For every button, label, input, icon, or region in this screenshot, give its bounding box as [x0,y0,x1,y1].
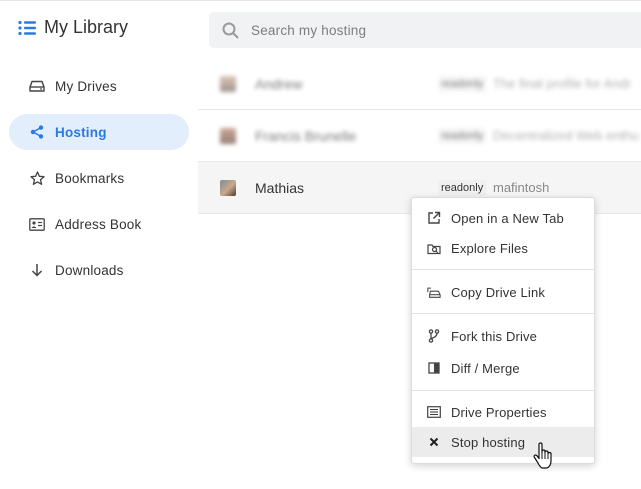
sidebar-item-my-drives[interactable]: My Drives [9,68,189,104]
readonly-badge: readonly [438,75,487,92]
menu-item-label: Drive Properties [451,404,547,420]
drive-description: mafintosh [493,180,550,195]
menu-item-drive-properties[interactable]: Drive Properties [412,397,594,427]
sidebar-item-label: Address Book [55,216,142,232]
menu-item-label: Explore Files [451,240,529,256]
drive-name: Francis Brunelle [255,127,357,144]
menu-item-diff-merge[interactable]: Diff / Merge [412,353,594,383]
drive-description: The final profile for Andr [493,76,632,91]
sidebar-item-label: Hosting [55,124,107,140]
sidebar-item-bookmarks[interactable]: Bookmarks [9,160,189,196]
menu-divider [412,390,594,391]
sidebar-item-label: Downloads [55,262,124,278]
sidebar-item-downloads[interactable]: Downloads [9,252,189,288]
table-row[interactable]: Andrew readonly The final profile for An… [198,58,641,110]
x-icon [427,435,441,449]
search-input[interactable] [251,22,611,38]
avatar [220,179,236,196]
star-icon [29,170,45,186]
menu-item-label: Fork this Drive [451,328,538,344]
menu-divider [412,313,594,314]
external-link-icon [427,211,441,225]
list-menu-icon [18,20,36,35]
avatar [220,75,236,92]
diff-icon [427,361,441,375]
menu-item-label: Open in a New Tab [451,210,564,226]
context-menu: Open in a New Tab Explore Files Copy Dri… [411,197,595,464]
menu-item-open-new-tab[interactable]: Open in a New Tab [412,203,594,233]
page-title: My Library [44,17,129,37]
arrow-down-icon [29,262,45,278]
menu-item-stop-hosting[interactable]: Stop hosting [412,427,594,457]
copy-link-icon [427,285,441,299]
app-title: My Library [18,17,128,38]
sidebar-item-label: My Drives [55,78,117,94]
table-row[interactable]: Francis Brunelle readonly Decentralized … [198,110,641,162]
readonly-badge: readonly [438,127,487,144]
drive-name: Mathias [255,179,305,196]
top-bar: My Library [0,0,641,58]
drive-description: Decentralized Web enthu [493,128,639,143]
drive-icon [29,78,45,94]
menu-divider [412,269,594,270]
folder-search-icon [427,241,441,255]
contact-card-icon [29,216,45,232]
drive-name: Andrew [255,75,303,92]
menu-item-label: Copy Drive Link [451,284,546,300]
search-icon [222,22,239,38]
sidebar-item-hosting[interactable]: Hosting [9,114,189,150]
share-icon [29,124,45,140]
sidebar: My Drives Hosting Bookmarks Address Book… [0,58,198,489]
list-icon [427,405,441,419]
sidebar-item-label: Bookmarks [55,170,125,186]
search-box[interactable] [209,12,641,48]
fork-icon [427,329,441,343]
readonly-badge: readonly [438,179,487,196]
menu-item-fork-drive[interactable]: Fork this Drive [412,321,594,351]
sidebar-item-address-book[interactable]: Address Book [9,206,189,242]
menu-item-copy-drive-link[interactable]: Copy Drive Link [412,277,594,307]
menu-item-label: Stop hosting [451,434,526,450]
hand-cursor-icon [533,442,552,469]
menu-item-label: Diff / Merge [451,360,520,376]
menu-item-explore-files[interactable]: Explore Files [412,233,594,263]
avatar [220,127,236,144]
